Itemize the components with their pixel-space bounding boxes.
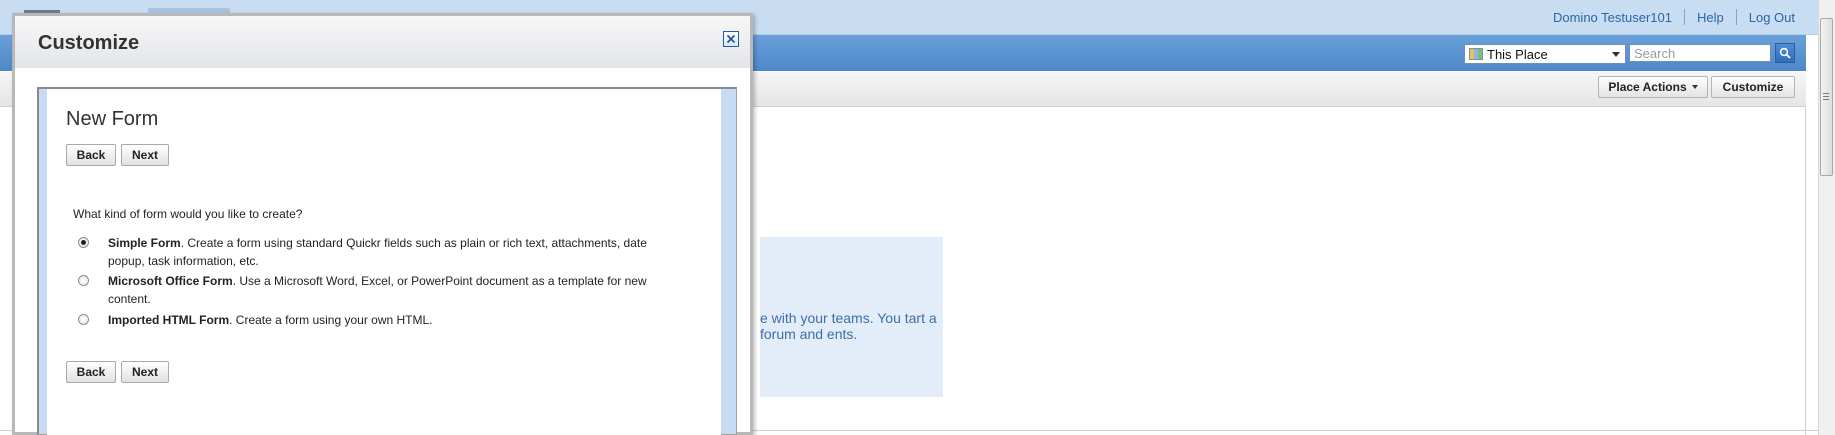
next-label: Next xyxy=(131,365,158,379)
close-icon xyxy=(726,34,736,44)
search-icon xyxy=(1779,47,1791,59)
form-panel: New Form Back Next What kind of form wou… xyxy=(47,89,721,435)
search-scope-select[interactable]: This Place xyxy=(1464,44,1626,64)
dialog-title: Customize xyxy=(38,32,140,54)
next-label: Next xyxy=(131,148,158,162)
back-button-top[interactable]: Back xyxy=(66,144,116,166)
form-title: New Form xyxy=(66,108,159,130)
place-icon xyxy=(1469,48,1483,60)
radio-simple-form[interactable] xyxy=(78,237,89,248)
option-name: Imported HTML Form xyxy=(108,313,230,327)
back-label: Back xyxy=(76,148,106,162)
user-links: Domino Testuser101 Help Log Out xyxy=(1541,9,1807,25)
form-question: What kind of form would you like to crea… xyxy=(73,207,303,221)
back-label: Back xyxy=(76,365,106,379)
radio-imported-html-form[interactable] xyxy=(78,314,89,325)
search-button[interactable] xyxy=(1775,43,1795,63)
next-button-top[interactable]: Next xyxy=(121,144,169,166)
welcome-text: e with your teams. You tart a forum and … xyxy=(760,310,937,342)
chevron-down-icon xyxy=(1691,85,1698,89)
content-border xyxy=(1805,106,1806,435)
next-button-bottom[interactable]: Next xyxy=(121,361,169,383)
place-actions-button[interactable]: Place Actions xyxy=(1598,76,1708,98)
option-name: Microsoft Office Form xyxy=(108,274,233,288)
option-name: Simple Form xyxy=(108,236,181,250)
help-link[interactable]: Help xyxy=(1685,10,1736,25)
user-name-link[interactable]: Domino Testuser101 xyxy=(1541,10,1684,25)
scrollbar-grip-icon xyxy=(1823,93,1829,100)
search-scope-value: This Place xyxy=(1487,46,1548,62)
option-description: . Create a form using standard Quickr fi… xyxy=(108,236,647,268)
chevron-down-icon xyxy=(1612,51,1620,57)
customize-label: Customize xyxy=(1722,80,1784,94)
back-button-bottom[interactable]: Back xyxy=(66,361,116,383)
content-frame: New Form Back Next What kind of form wou… xyxy=(37,87,737,435)
close-button[interactable] xyxy=(723,31,739,47)
place-actions-label: Place Actions xyxy=(1608,80,1687,94)
dialog-header: Customize xyxy=(15,16,750,68)
customize-button[interactable]: Customize xyxy=(1711,76,1795,98)
option-description: . Create a form using your own HTML. xyxy=(229,313,433,327)
search-input[interactable] xyxy=(1629,44,1771,62)
logout-link[interactable]: Log Out xyxy=(1737,10,1807,25)
customize-dialog: Customize New Form Back Next What kind o… xyxy=(12,13,753,435)
radio-microsoft-office-form[interactable] xyxy=(78,275,89,286)
